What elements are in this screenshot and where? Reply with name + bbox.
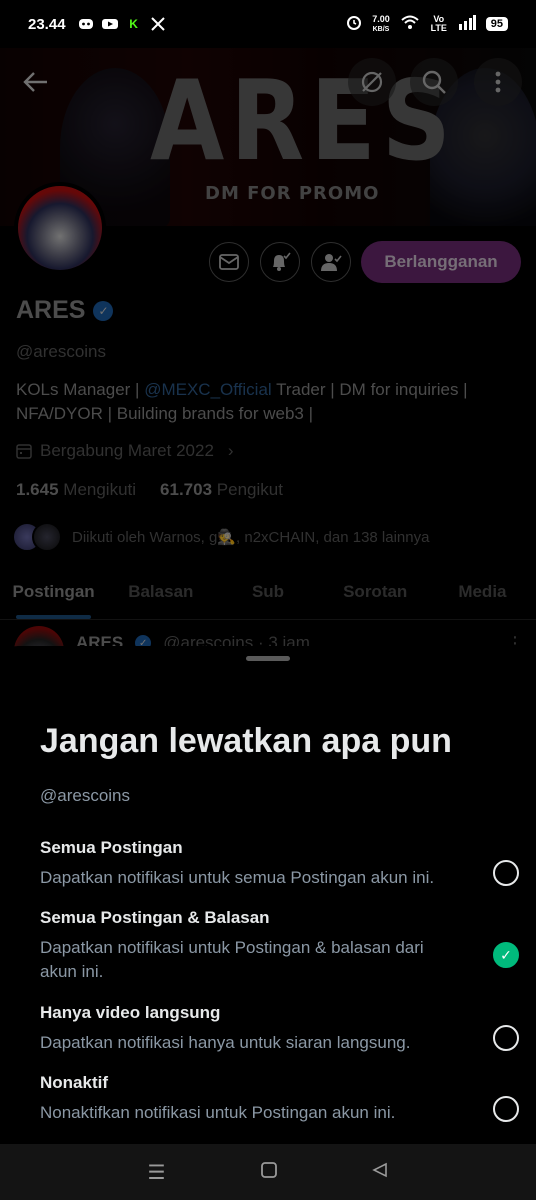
profile-name: ARES — [16, 296, 86, 324]
x-icon — [150, 17, 166, 31]
more-vertical-icon — [495, 71, 501, 93]
following-label: Mengikuti — [63, 480, 137, 499]
calendar-icon — [16, 444, 32, 459]
status-bar: 23.44 K 7.00 KB/S Vo LTE 95 — [0, 0, 536, 48]
profile-avatar[interactable] — [14, 182, 106, 274]
profile-handle: @arescoins — [16, 342, 107, 361]
speed-unit: KB/S — [372, 25, 390, 33]
joined-date: Bergabung Maret 2022 — [40, 441, 214, 460]
chevron-right-icon: › — [227, 441, 234, 460]
search-button[interactable] — [410, 58, 458, 106]
radio-live-only[interactable] — [493, 1025, 519, 1051]
wifi-icon — [400, 14, 420, 34]
subscribe-button[interactable]: Berlangganan — [361, 241, 521, 283]
option-title: Nonaktif — [40, 1073, 108, 1092]
followers-count: 61.703 — [160, 480, 213, 499]
alarm-icon — [346, 14, 362, 34]
notification-icons: K — [78, 17, 166, 31]
tab-media[interactable]: Media — [429, 568, 536, 619]
verified-badge-icon[interactable]: ✓ — [93, 300, 114, 321]
radio-off[interactable] — [493, 1096, 519, 1122]
back-button[interactable] — [12, 58, 60, 106]
profile-name-row: ARES ✓ — [16, 296, 114, 325]
tab-highlights[interactable]: Sorotan — [322, 568, 429, 619]
option-title: Semua Postingan & Balasan — [40, 908, 270, 927]
option-description: Nonaktifkan notifikasi untuk Postingan a… — [40, 1103, 396, 1122]
grok-button[interactable] — [348, 58, 396, 106]
option-all-posts[interactable]: Semua Postingan Dapatkan notifikasi untu… — [40, 838, 510, 890]
follow-stats: 1.645 Mengikuti 61.703 Pengikut — [16, 480, 283, 500]
k-app-icon: K — [129, 17, 138, 31]
bio-prefix: KOLs Manager | — [16, 380, 145, 399]
check-icon: ✓ — [500, 946, 512, 963]
system-icons: 7.00 KB/S Vo LTE 95 — [346, 14, 508, 34]
home-icon[interactable] — [261, 1161, 277, 1184]
back-arrow-icon — [23, 72, 47, 92]
status-time: 23.44 — [28, 15, 66, 33]
option-description: Dapatkan notifikasi untuk Postingan & ba… — [40, 938, 424, 981]
followers-label: Pengikut — [216, 480, 283, 499]
profile-tabs: Postingan Balasan Sub Sorotan Media — [0, 568, 536, 620]
bell-check-icon — [273, 252, 291, 271]
option-off[interactable]: Nonaktif Nonaktifkan notifikasi untuk Po… — [40, 1073, 510, 1125]
discord-icon — [78, 17, 94, 31]
radio-all-posts[interactable] — [493, 860, 519, 886]
followers-stat[interactable]: 61.703 Pengikut — [160, 480, 283, 500]
joined-date-row[interactable]: Bergabung Maret 2022 › — [16, 441, 234, 461]
more-options-button[interactable] — [474, 58, 522, 106]
sheet-title: Jangan lewatkan apa pun — [40, 722, 452, 760]
message-button[interactable] — [209, 242, 249, 282]
following-button[interactable] — [311, 242, 351, 282]
follower-avatars — [12, 522, 62, 552]
mail-icon — [219, 254, 239, 270]
option-title: Semua Postingan — [40, 838, 183, 857]
profile-bio: KOLs Manager | @MEXC_Official Trader | D… — [16, 378, 516, 426]
option-description: Dapatkan notifikasi untuk semua Postinga… — [40, 868, 435, 887]
menu-icon[interactable]: ☰ — [148, 1160, 166, 1185]
volte-label: Vo LTE — [430, 14, 447, 33]
notifications-button[interactable] — [260, 242, 300, 282]
option-posts-and-replies[interactable]: Semua Postingan & Balasan Dapatkan notif… — [40, 908, 510, 984]
option-live-only[interactable]: Hanya video langsung Dapatkan notifikasi… — [40, 1003, 510, 1055]
system-nav-bar: ☰ — [0, 1144, 536, 1200]
following-stat[interactable]: 1.645 Mengikuti — [16, 480, 136, 500]
person-check-icon — [321, 254, 342, 271]
search-icon — [422, 70, 446, 94]
tab-posts[interactable]: Postingan — [0, 568, 107, 619]
followed-by-row[interactable]: Diikuti oleh Warnos, g🕵️, n2xCHAIN, dan … — [12, 522, 429, 552]
tab-replies[interactable]: Balasan — [107, 568, 214, 619]
bio-mention-link[interactable]: @MEXC_Official — [144, 380, 271, 399]
speed-value: 7.00 — [372, 13, 390, 24]
option-title: Hanya video langsung — [40, 1003, 221, 1022]
sheet-drag-handle[interactable] — [246, 656, 290, 661]
option-description: Dapatkan notifikasi hanya untuk siaran l… — [40, 1033, 411, 1052]
tab-subs[interactable]: Sub — [214, 568, 321, 619]
avatar — [32, 522, 62, 552]
sheet-handle: @arescoins — [40, 786, 131, 805]
followed-by-text: Diikuti oleh Warnos, g🕵️, n2xCHAIN, dan … — [72, 529, 430, 546]
notification-bottom-sheet: Jangan lewatkan apa pun @arescoins Semua… — [0, 646, 536, 1144]
grok-icon — [361, 71, 383, 93]
radio-posts-and-replies[interactable]: ✓ — [493, 942, 519, 968]
network-speed: 7.00 KB/S — [372, 13, 390, 34]
battery-indicator: 95 — [485, 17, 508, 31]
signal-icon — [458, 14, 476, 34]
following-count: 1.645 — [16, 480, 59, 499]
youtube-icon — [101, 17, 118, 31]
back-triangle-icon[interactable] — [372, 1161, 388, 1184]
